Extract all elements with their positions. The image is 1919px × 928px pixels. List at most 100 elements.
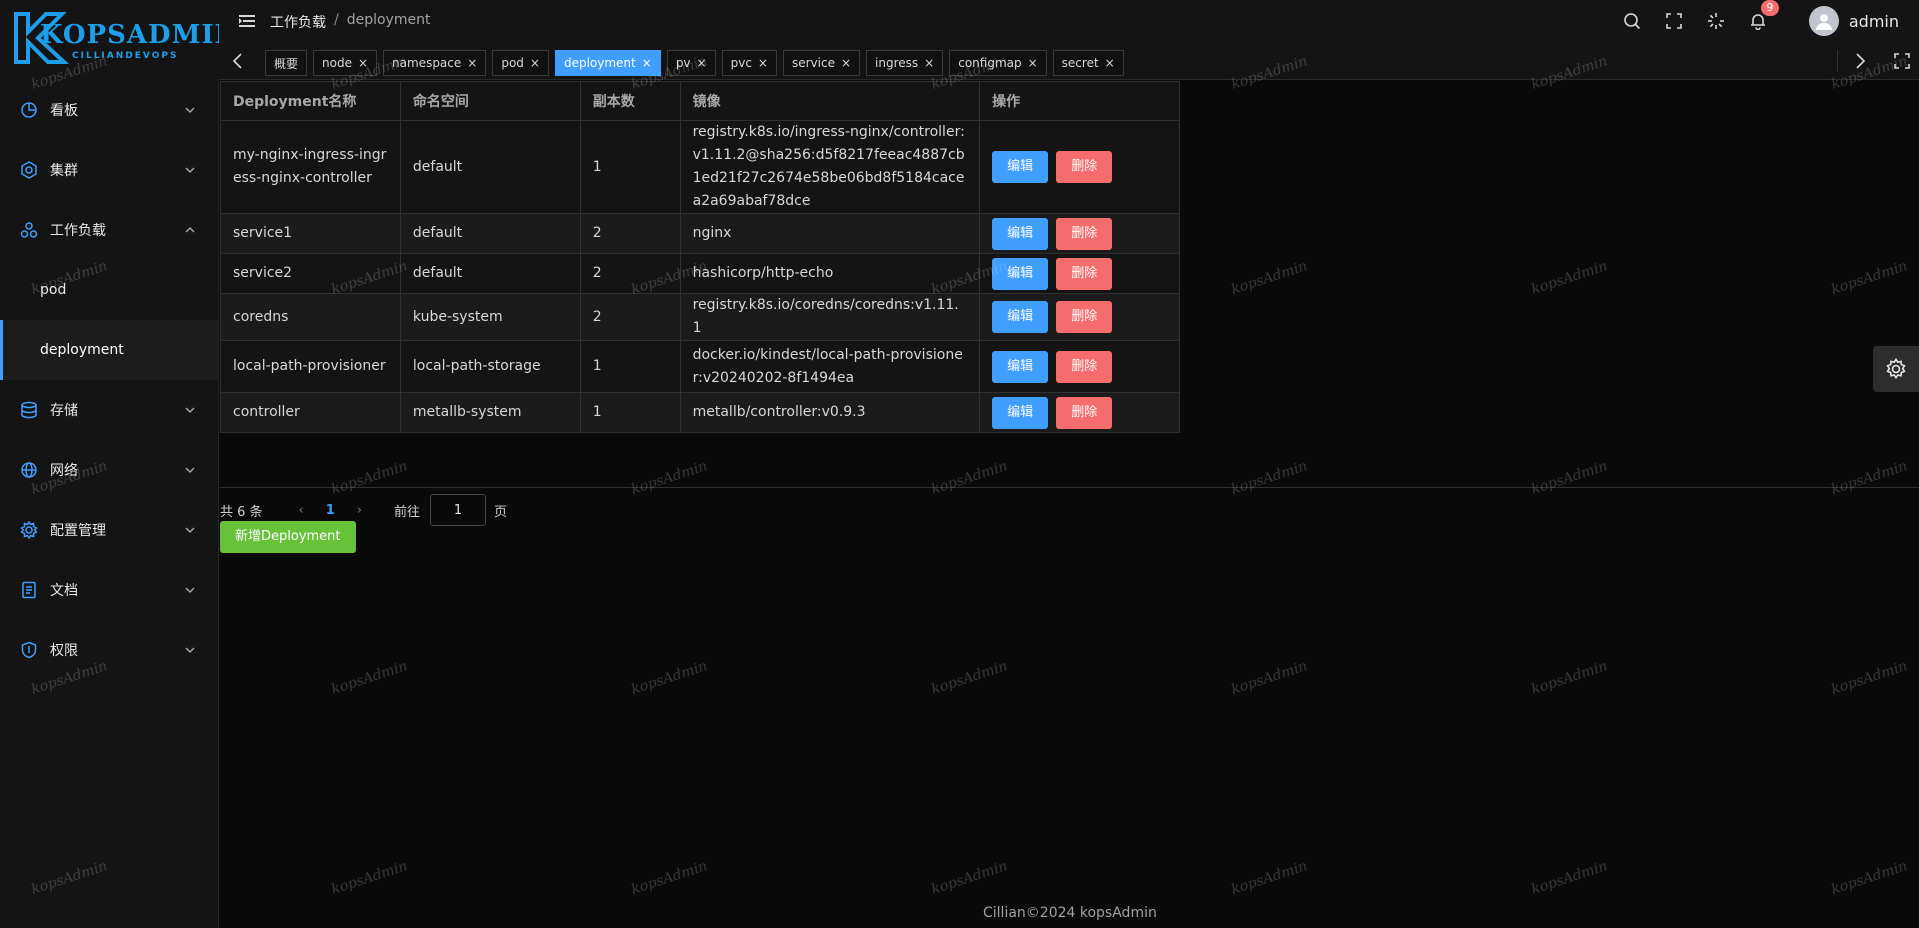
close-icon[interactable]: ×: [642, 56, 652, 70]
edit-button[interactable]: 编辑: [992, 217, 1049, 250]
tab-概要[interactable]: 概要: [265, 50, 308, 76]
sidebar-item-network[interactable]: 网络: [0, 440, 218, 500]
delete-button[interactable]: 删除: [1056, 217, 1113, 250]
pagination-goto-label: 前往: [394, 504, 421, 520]
edit-button[interactable]: 编辑: [992, 396, 1049, 429]
column-header-name: Deployment名称: [220, 81, 401, 121]
tab-pod[interactable]: pod ×: [492, 50, 549, 76]
tab-label: namespace: [392, 56, 462, 70]
delete-button[interactable]: 删除: [1056, 151, 1113, 183]
header-actions: 9 admin: [1621, 0, 1919, 42]
pagination-goto-input[interactable]: [430, 494, 487, 526]
close-icon[interactable]: ×: [358, 56, 368, 70]
sidebar-item-cluster[interactable]: 集群: [0, 140, 218, 200]
pagination-prev-icon[interactable]: ‹: [299, 503, 304, 518]
chevron-down-icon: [185, 107, 195, 113]
chevron-down-icon: [185, 407, 195, 413]
fullscreen-icon[interactable]: [1663, 10, 1685, 32]
permission-icon: [20, 641, 38, 659]
close-icon[interactable]: ×: [924, 56, 934, 70]
cell-image: hashicorp/http-echo: [679, 253, 981, 294]
add-deployment-button[interactable]: 新增Deployment: [220, 521, 356, 553]
tab-service[interactable]: service ×: [782, 50, 861, 76]
sidebar-item-docs[interactable]: 文档: [0, 560, 218, 620]
sidebar-item-dashboard[interactable]: 看板: [0, 80, 218, 140]
tags-divider: [1837, 50, 1838, 72]
edit-button[interactable]: 编辑: [992, 350, 1049, 383]
sidebar-item-label: 存储: [50, 403, 78, 419]
cell-replicas: 1: [579, 340, 681, 393]
content-divider: [220, 487, 1919, 488]
close-icon[interactable]: ×: [758, 56, 768, 70]
close-icon[interactable]: ×: [467, 56, 477, 70]
username[interactable]: admin: [1849, 12, 1899, 31]
close-icon[interactable]: ×: [1028, 56, 1038, 70]
tab-pvc[interactable]: pvc ×: [721, 50, 777, 76]
table-row: controller metallb-system 1 metallb/control…: [220, 392, 1180, 433]
tab-pv[interactable]: pv ×: [666, 50, 716, 76]
tags-scroll-left-icon[interactable]: [231, 52, 245, 70]
header: 工作负载 / deployment 9 admin: [219, 0, 1919, 42]
dashboard-icon: [20, 101, 38, 119]
avatar[interactable]: [1808, 6, 1839, 36]
edit-button[interactable]: 编辑: [992, 257, 1049, 290]
sidebar-item-permission[interactable]: 权限: [0, 620, 218, 680]
content-fullscreen-icon[interactable]: [1893, 52, 1911, 70]
cell-name: controller: [220, 392, 401, 433]
sidebar-subitem-pod[interactable]: pod: [0, 260, 218, 320]
tags-scroll-right-icon[interactable]: [1853, 52, 1867, 70]
delete-button[interactable]: 删除: [1056, 301, 1113, 333]
close-icon[interactable]: ×: [697, 56, 707, 70]
breadcrumb-parent[interactable]: 工作负载: [270, 12, 326, 32]
breadcrumb: 工作负载 / deployment: [270, 12, 430, 32]
main-content: Deployment名称 命名空间 副本数 镜像 操作 my-nginx-ing…: [220, 81, 1919, 928]
cell-actions: 编辑 删除: [979, 213, 1180, 254]
cluster-icon: [20, 161, 38, 179]
pagination-page[interactable]: 1: [326, 503, 335, 518]
cell-replicas: 1: [579, 120, 681, 214]
workload-icon: [20, 221, 38, 239]
cell-image: registry.k8s.io/coredns/coredns:v1.11.1: [679, 293, 981, 341]
tab-label: pvc: [730, 56, 752, 70]
menu-toggle-icon[interactable]: [238, 12, 256, 30]
sidebar-item-storage[interactable]: 存储: [0, 380, 218, 440]
tab-ingress[interactable]: ingress ×: [866, 50, 944, 76]
table-header-row: Deployment名称 命名空间 副本数 镜像 操作: [220, 81, 1180, 121]
cell-namespace: kube-system: [399, 293, 581, 341]
close-icon[interactable]: ×: [841, 56, 851, 70]
delete-button[interactable]: 删除: [1056, 396, 1113, 429]
tab-label: secret: [1061, 56, 1099, 70]
close-icon[interactable]: ×: [1105, 56, 1115, 70]
tab-label: pv: [675, 56, 691, 70]
search-icon[interactable]: [1621, 10, 1643, 32]
tab-configmap[interactable]: configmap ×: [949, 50, 1047, 76]
delete-button[interactable]: 删除: [1056, 257, 1113, 290]
theme-loader-icon[interactable]: [1705, 10, 1727, 32]
sidebar-item-label: 看板: [50, 103, 78, 119]
cell-replicas: 1: [579, 392, 681, 433]
gear-icon: [1886, 358, 1906, 380]
tab-secret[interactable]: secret ×: [1052, 50, 1124, 76]
bell-icon[interactable]: 9: [1747, 0, 1779, 32]
settings-button[interactable]: [1873, 346, 1919, 392]
chevron-down-icon: [185, 167, 195, 173]
edit-button[interactable]: 编辑: [992, 151, 1049, 183]
tab-node[interactable]: node ×: [313, 50, 378, 76]
cell-replicas: 2: [579, 253, 681, 294]
sidebar-item-label: 配置管理: [50, 523, 106, 539]
cell-name: my-nginx-ingress-ingress-nginx-controlle…: [220, 120, 401, 214]
delete-button[interactable]: 删除: [1056, 350, 1113, 383]
pagination-next-icon[interactable]: ›: [357, 503, 362, 518]
tab-deployment[interactable]: deployment ×: [554, 50, 661, 76]
tab-namespace[interactable]: namespace ×: [383, 50, 487, 76]
sidebar-subitem-deployment[interactable]: deployment: [0, 320, 218, 380]
tab-label: node: [322, 56, 352, 70]
tag-list: 概要 node × namespace × pod × deployment × pv × pvc × s…: [265, 50, 1124, 76]
column-header-replicas: 副本数: [579, 81, 681, 121]
edit-button[interactable]: 编辑: [992, 301, 1049, 333]
sidebar-item-workload[interactable]: 工作负载: [0, 200, 218, 260]
sidebar-item-config[interactable]: 配置管理: [0, 500, 218, 560]
tab-label: configmap: [958, 56, 1022, 70]
close-icon[interactable]: ×: [530, 56, 540, 70]
sidebar: 看板 集群 工作负载 pod deployment 存储 网络 配置管理 文档 …: [0, 80, 219, 928]
